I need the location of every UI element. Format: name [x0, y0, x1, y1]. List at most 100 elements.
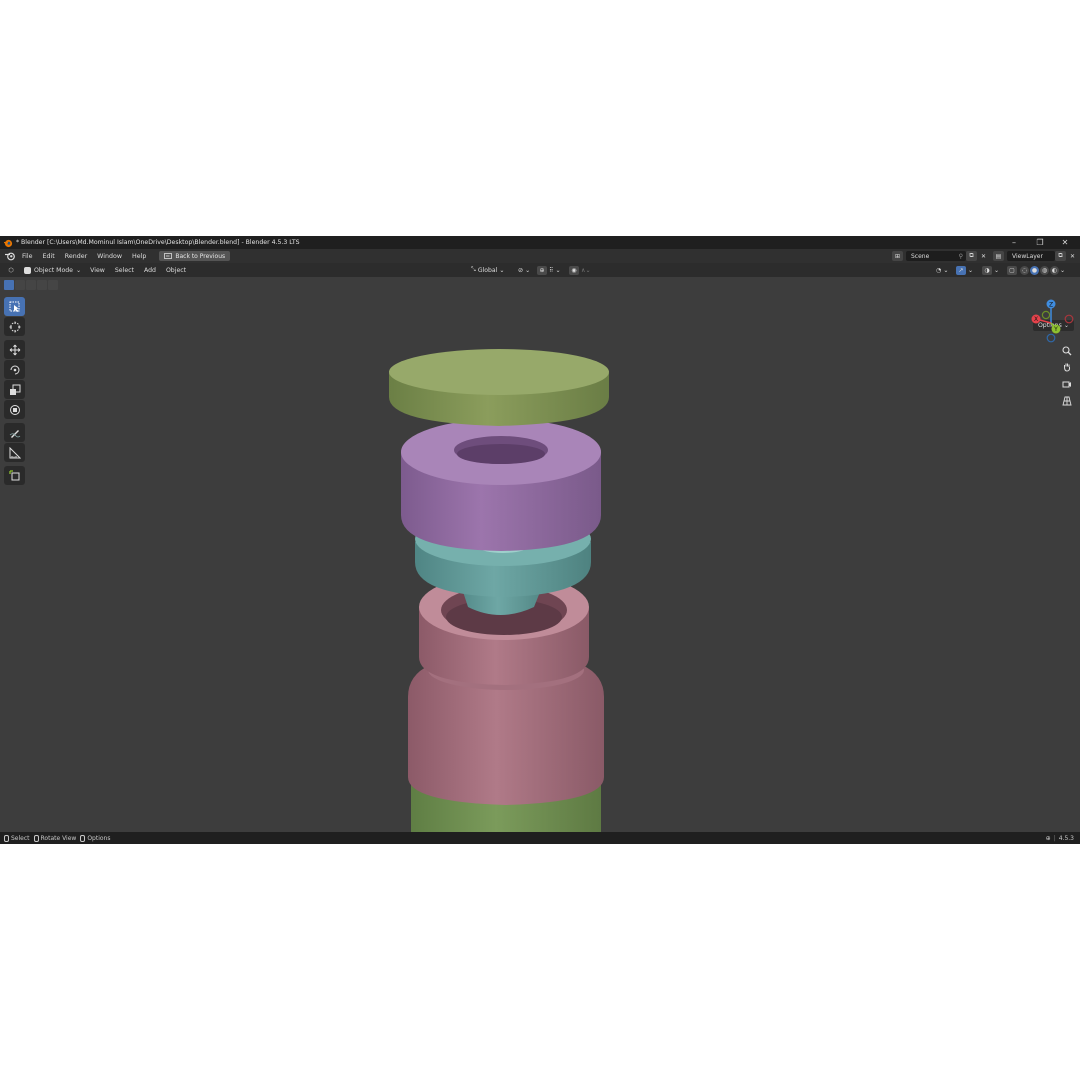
minimize-button[interactable]: – [1002, 236, 1026, 249]
chevron-down-icon: ⌄ [555, 266, 561, 274]
purple-ring[interactable] [401, 419, 601, 551]
annotate-tool[interactable] [4, 423, 25, 442]
scene-selector-icon[interactable]: ⊞ [892, 251, 903, 261]
3d-viewport[interactable]: Options ⌄ Z X Y [0, 277, 1080, 832]
pivot-point-dropdown[interactable]: ⊘ ⌄ [518, 265, 530, 275]
measure-icon [9, 446, 21, 458]
delete-view-layer-icon[interactable]: ✕ [1067, 251, 1078, 261]
view-layer-selector-icon[interactable]: ▤ [993, 251, 1004, 261]
cursor-icon [9, 321, 20, 332]
camera-view-icon[interactable] [1059, 376, 1075, 391]
proportional-editing-toggle[interactable]: ◉ ∧⌄ [569, 265, 591, 275]
blender-window: * Blender [C:\Users\Md.Mominul Islam\One… [0, 236, 1080, 844]
snap-toggle[interactable]: ⊕ ⠿ ⌄ [537, 265, 561, 275]
menu-view[interactable]: View [85, 267, 110, 274]
add-cube-tool[interactable] [4, 466, 25, 485]
y-axis-label: Y [1053, 326, 1058, 333]
select-intersect-icon[interactable] [48, 280, 58, 290]
top-bar: File Edit Render Window Help Back to Pre… [0, 249, 1080, 263]
menu-help[interactable]: Help [127, 253, 151, 260]
delete-scene-icon[interactable]: ✕ [978, 251, 989, 261]
snap-target-icon: ⠿ [549, 266, 554, 274]
editor-type-icon[interactable]: ⬡ [6, 266, 16, 275]
scene-field[interactable]: Scene ⚲ [906, 251, 966, 261]
overlays-icon: ◑ [982, 265, 992, 275]
back-to-previous-label: Back to Previous [175, 252, 226, 260]
globe-icon: ⊕ [1045, 834, 1051, 842]
orientation-icon: ⤡ [471, 266, 476, 273]
visibility-dropdown[interactable]: ◔ ⌄ [936, 265, 948, 275]
blender-menu-icon[interactable] [3, 251, 17, 261]
view-layer-field[interactable]: ViewLayer [1007, 251, 1055, 261]
neg-y-handle [1041, 310, 1051, 320]
pan-hand-icon[interactable] [1059, 359, 1075, 374]
cursor-tool[interactable] [4, 317, 25, 336]
perspective-grid-icon[interactable] [1059, 393, 1075, 408]
status-options: Options [80, 834, 111, 842]
menu-render[interactable]: Render [60, 253, 92, 260]
select-subtract-icon[interactable] [26, 280, 36, 290]
select-box-tool[interactable] [4, 297, 25, 316]
menu-object[interactable]: Object [161, 267, 191, 274]
menu-file[interactable]: File [17, 253, 38, 260]
eye-icon: ◔ [936, 266, 942, 274]
pivot-icon: ⊘ [518, 266, 524, 274]
transform-tool[interactable] [4, 400, 25, 419]
status-options-label: Options [87, 834, 111, 842]
gizmo-icon: ↗ [956, 265, 966, 275]
selection-mode-group [4, 280, 58, 290]
annotate-icon [9, 429, 20, 438]
proportional-icon: ◉ [569, 265, 579, 275]
separator: | [1053, 834, 1056, 842]
chevron-down-icon: ⌄ [968, 266, 974, 274]
new-scene-icon[interactable]: ⧉ [966, 251, 977, 261]
view-layer-name: ViewLayer [1012, 252, 1043, 260]
version-label: 4.5.3 [1058, 834, 1074, 842]
mouse-middle-icon [33, 834, 39, 842]
snap-icon: ⊕ [537, 265, 547, 275]
overlays-toggle[interactable]: ◑ ⌄ [982, 265, 999, 275]
menu-edit[interactable]: Edit [38, 253, 60, 260]
pin-icon: ⚲ [958, 252, 963, 260]
scale-tool[interactable] [4, 380, 25, 399]
mouse-left-icon [4, 834, 9, 842]
object-mode-dropdown[interactable]: Object Mode ⌄ [20, 265, 85, 275]
transform-orientation-dropdown[interactable]: ⤡ Global ⌄ [471, 265, 504, 275]
chevron-down-icon: ⌄ [525, 266, 531, 274]
rotate-tool[interactable] [4, 360, 25, 379]
wireframe-shading-icon[interactable]: ◌ [1020, 265, 1029, 275]
menu-select[interactable]: Select [110, 267, 139, 274]
status-select-label: Select [11, 834, 30, 842]
close-button[interactable]: ✕ [1053, 236, 1077, 249]
select-new-icon[interactable] [4, 280, 14, 290]
gizmo-toggle[interactable]: ↗ ⌄ [956, 265, 973, 275]
x-axis-label: X [1034, 316, 1038, 323]
select-box-icon [9, 301, 19, 312]
select-invert-icon[interactable] [37, 280, 47, 290]
version-info: ⊕ | 4.5.3 [1046, 832, 1074, 844]
screen-back-icon [164, 253, 173, 259]
add-cube-icon [8, 469, 19, 480]
window-title: * Blender [C:\Users\Md.Mominul Islam\One… [16, 239, 300, 246]
xray-icon: ▢ [1007, 265, 1017, 275]
solid-shading-icon[interactable]: ● [1030, 265, 1039, 275]
menu-window[interactable]: Window [92, 253, 127, 260]
rendered-shading-icon[interactable]: ◐ [1050, 265, 1059, 275]
rotate-icon [10, 365, 19, 374]
measure-tool[interactable] [4, 443, 25, 462]
move-tool[interactable] [4, 340, 25, 359]
green-lid-disc[interactable] [389, 349, 609, 426]
xray-toggle[interactable]: ▢ [1007, 265, 1017, 275]
scene-render [389, 349, 609, 832]
maximize-button[interactable]: ❐ [1028, 236, 1052, 249]
status-bar: Select Rotate View Options ⊕ | 4.5.3 [0, 832, 1080, 844]
new-view-layer-icon[interactable]: ⧉ [1055, 251, 1066, 261]
scale-icon [9, 384, 20, 395]
back-to-previous-button[interactable]: Back to Previous [159, 251, 231, 261]
material-shading-icon[interactable]: ◍ [1040, 265, 1049, 275]
menu-add[interactable]: Add [139, 267, 161, 274]
zoom-icon[interactable] [1059, 343, 1075, 358]
chevron-down-icon: ⌄ [75, 266, 82, 274]
select-extend-icon[interactable] [15, 280, 25, 290]
chevron-down-icon[interactable]: ⌄ [1060, 267, 1065, 274]
